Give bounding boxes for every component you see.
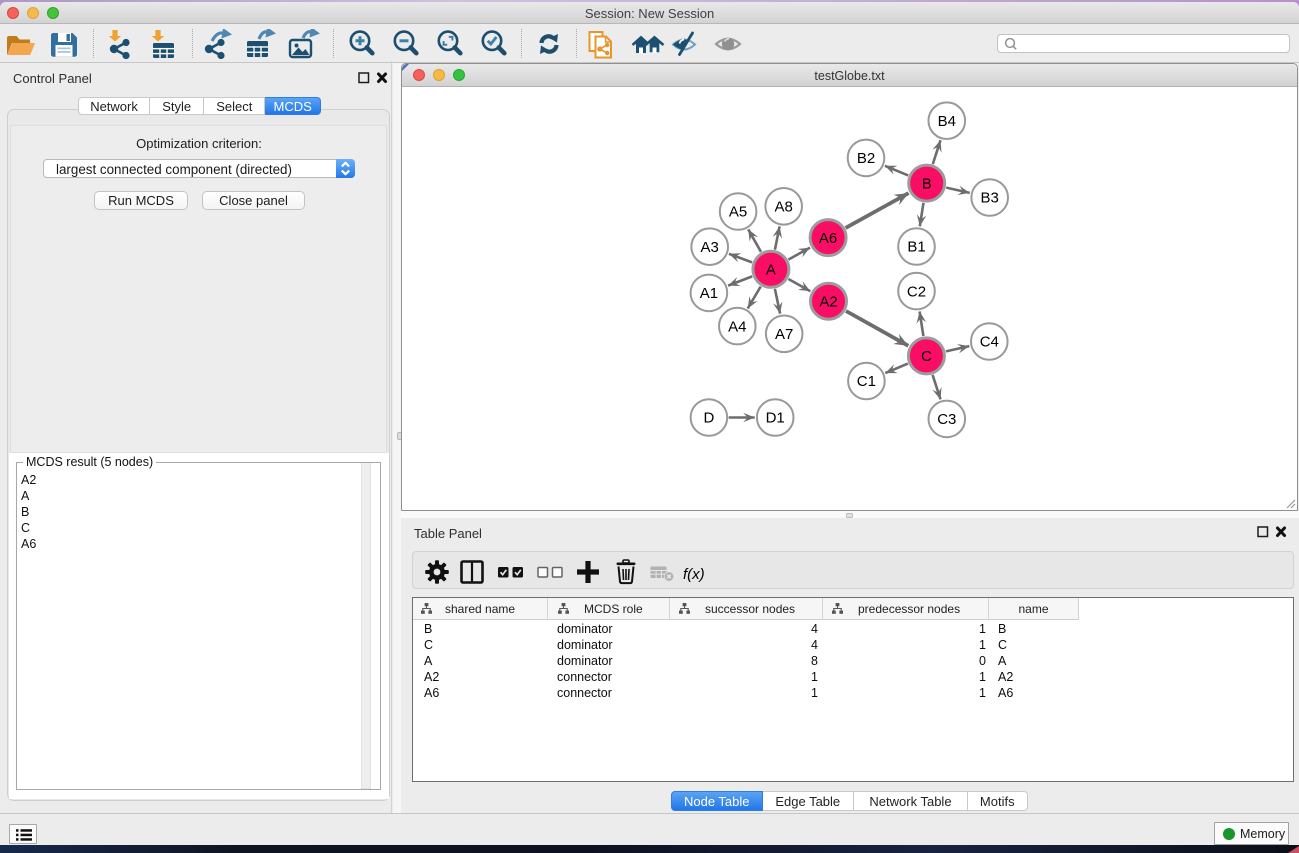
svg-text:A6: A6 [819,230,837,247]
svg-text:A3: A3 [701,239,719,256]
svg-text:B: B [922,175,932,192]
svg-text:A: A [766,262,776,279]
svg-text:A4: A4 [728,318,746,335]
svg-text:C3: C3 [937,411,956,428]
svg-text:B3: B3 [981,190,999,207]
svg-text:B1: B1 [907,239,925,256]
svg-text:C: C [921,348,932,365]
svg-text:B2: B2 [857,150,875,167]
svg-text:D: D [703,410,714,427]
svg-text:f(x): f(x) [683,566,705,583]
svg-text:A5: A5 [729,204,747,221]
svg-text:C4: C4 [980,334,999,351]
svg-text:A7: A7 [775,326,793,343]
svg-text:B4: B4 [938,113,956,130]
svg-text:A8: A8 [775,199,793,216]
svg-text:D1: D1 [766,410,785,427]
svg-text:C2: C2 [907,283,926,300]
svg-text:A1: A1 [700,285,718,302]
svg-text:C1: C1 [857,373,876,390]
svg-text:A2: A2 [819,293,837,310]
